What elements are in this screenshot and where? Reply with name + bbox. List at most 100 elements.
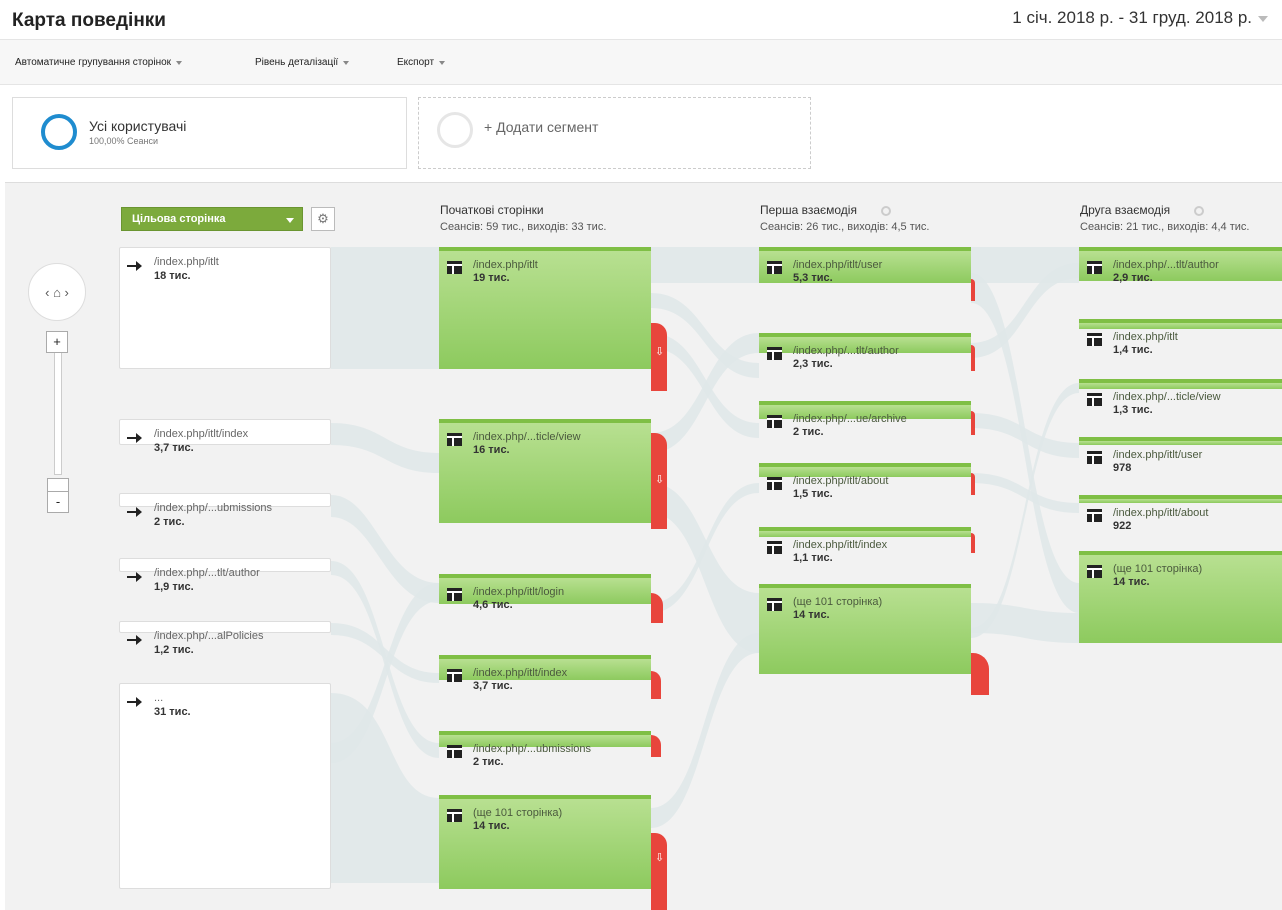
page-value: 2 тис. xyxy=(473,756,504,768)
landing-node[interactable]: /index.php/itlt/index 3,7 тис. xyxy=(119,419,331,454)
column-stats: Сеансів: 59 тис., виходів: 33 тис. xyxy=(440,221,607,233)
page-path: /index.php/itlt/login xyxy=(473,586,565,598)
page-icon xyxy=(767,477,782,490)
page-icon xyxy=(447,745,462,758)
landing-node[interactable]: /index.php/...alPolicies 1,2 тис. xyxy=(119,621,331,656)
page-value: 31 тис. xyxy=(154,706,191,718)
zoom-in-button[interactable]: + xyxy=(46,331,68,353)
flow-node[interactable]: /index.php/...ticle/view 16 тис. xyxy=(439,419,651,523)
page-path: /index.php/...tlt/author xyxy=(154,567,260,579)
page-icon xyxy=(1087,261,1102,274)
page-value: 2 тис. xyxy=(793,426,824,438)
home-navigation-control[interactable]: ‹ ⌂ › xyxy=(28,263,86,321)
options-icon[interactable] xyxy=(1194,205,1205,216)
dimension-dropdown-label: Цільова сторінка xyxy=(132,213,226,225)
flow-node[interactable]: /index.php/itlt/login 4,6 тис. xyxy=(439,574,651,611)
page-value: 1,3 тис. xyxy=(1113,404,1153,416)
column-stats: Сеансів: 21 тис., виходів: 4,4 тис. xyxy=(1080,221,1250,233)
dropoff-bar[interactable] xyxy=(971,279,975,301)
export-menu[interactable]: Експорт xyxy=(397,57,446,68)
gear-icon[interactable]: ⚙ xyxy=(311,207,335,231)
segment-all-users[interactable]: Усі користувачі 100,00% Сеанси xyxy=(12,97,407,169)
flow-node[interactable]: /index.php/...tlt/author 2,3 тис. xyxy=(759,333,971,370)
page-icon xyxy=(767,347,782,360)
chevron-down-icon[interactable] xyxy=(1256,12,1270,26)
zoom-out-button[interactable]: - xyxy=(47,491,69,513)
flow-node[interactable]: /index.php/...ticle/view 1,3 тис. xyxy=(1079,379,1282,416)
detail-level-menu[interactable]: Рівень деталізації xyxy=(255,57,350,68)
landing-node[interactable]: /index.php/itlt 18 тис. xyxy=(119,247,331,369)
page-icon xyxy=(767,261,782,274)
page-path: /index.php/itlt/index xyxy=(473,667,568,679)
page-value: 1,4 тис. xyxy=(1113,344,1153,356)
page-path: /index.php/itlt/user xyxy=(793,259,883,271)
dropoff-bar[interactable] xyxy=(971,411,975,435)
flow-node[interactable]: (ще 101 сторінка) 14 тис. xyxy=(1079,551,1282,643)
down-arrow-icon: ⇩ xyxy=(655,852,665,864)
dropoff-bar[interactable]: ⇩ xyxy=(651,433,667,529)
flow-node[interactable]: /index.php/itlt 1,4 тис. xyxy=(1079,319,1282,356)
page-path: /index.php/...ubmissions xyxy=(473,743,592,755)
date-range-picker[interactable]: 1 січ. 2018 р. - 31 груд. 2018 р. xyxy=(1012,8,1252,28)
page-icon xyxy=(1087,393,1102,406)
page-path: /index.php/itlt xyxy=(154,256,219,268)
arrow-icon xyxy=(127,507,142,517)
flow-node[interactable]: /index.php/...ubmissions 2 тис. xyxy=(439,731,651,768)
page-value: 3,7 тис. xyxy=(154,442,194,454)
grouping-menu[interactable]: Автоматичне групування сторінок xyxy=(15,57,183,68)
arrow-icon xyxy=(127,635,142,645)
dropoff-bar[interactable] xyxy=(971,345,975,371)
landing-node[interactable]: ... 31 тис. xyxy=(119,683,331,889)
page-path: /index.php/...tlt/author xyxy=(793,345,899,357)
page-icon xyxy=(767,415,782,428)
page-value: 18 тис. xyxy=(154,270,191,282)
zoom-handle[interactable] xyxy=(47,478,69,492)
dimension-dropdown[interactable]: Цільова сторінка xyxy=(121,207,303,231)
flow-node[interactable]: /index.php/...ue/archive 2 тис. xyxy=(759,401,971,438)
arrow-icon xyxy=(127,697,142,707)
column-title: Друга взаємодія xyxy=(1080,203,1171,217)
page-path: /index.php/itlt/user xyxy=(1113,449,1203,461)
dropoff-bar[interactable]: ⇩ xyxy=(651,833,667,910)
grouping-menu-label: Автоматичне групування сторінок xyxy=(15,57,172,68)
dropoff-bar[interactable] xyxy=(651,671,661,699)
landing-node[interactable]: /index.php/...tlt/author 1,9 тис. xyxy=(119,558,331,593)
flow-node[interactable]: (ще 101 сторінка) 14 тис. xyxy=(759,584,971,674)
page-value: 4,6 тис. xyxy=(473,599,513,611)
dropoff-bar[interactable] xyxy=(971,653,989,695)
page-path: /index.php/...alPolicies xyxy=(154,630,264,642)
page-value: 1,1 тис. xyxy=(793,552,833,564)
page-path: /index.php/itlt/index xyxy=(793,539,888,551)
add-segment-button[interactable]: + Додати сегмент xyxy=(418,97,811,169)
segment-placeholder-icon xyxy=(437,112,473,148)
page-path: /index.php/...ubmissions xyxy=(154,502,273,514)
page-value: 1,9 тис. xyxy=(154,581,194,593)
dropoff-bar[interactable] xyxy=(971,473,975,495)
page-value: 16 тис. xyxy=(473,444,510,456)
page-icon xyxy=(1087,509,1102,522)
page-path: /index.php/...tlt/author xyxy=(1113,259,1219,271)
flow-node[interactable]: /index.php/itlt 19 тис. xyxy=(439,247,651,369)
dropoff-bar[interactable] xyxy=(971,533,975,553)
page-path: /index.php/itlt/about xyxy=(793,475,889,487)
page-icon xyxy=(767,598,782,611)
flow-node[interactable]: (ще 101 сторінка) 14 тис. xyxy=(439,795,651,889)
page-value: 978 xyxy=(1113,462,1132,474)
flow-node[interactable]: /index.php/itlt/user 978 xyxy=(1079,437,1282,474)
page-value: 1,5 тис. xyxy=(793,488,833,500)
flow-node[interactable]: /index.php/itlt/index 1,1 тис. xyxy=(759,527,971,564)
zoom-slider[interactable] xyxy=(54,335,62,475)
page-value: 14 тис. xyxy=(793,609,830,621)
flow-node[interactable]: /index.php/itlt/index 3,7 тис. xyxy=(439,655,651,692)
flow-node[interactable]: /index.php/itlt/about 1,5 тис. xyxy=(759,463,971,500)
flow-node[interactable]: /index.php/itlt/user 5,3 тис. xyxy=(759,247,971,284)
options-icon[interactable] xyxy=(880,205,891,216)
page-icon xyxy=(1087,333,1102,346)
arrow-icon xyxy=(127,261,142,271)
flow-node[interactable]: /index.php/itlt/about 922 xyxy=(1079,495,1282,532)
behavior-flow-canvas[interactable]: Цільова сторінка ⚙ ‹ ⌂ › + - Початкові с… xyxy=(5,182,1282,910)
page-value: 14 тис. xyxy=(473,820,510,832)
flow-node[interactable]: /index.php/...tlt/author 2,9 тис. xyxy=(1079,247,1282,284)
dropoff-bar[interactable]: ⇩ xyxy=(651,323,667,391)
landing-node[interactable]: /index.php/...ubmissions 2 тис. xyxy=(119,493,331,528)
